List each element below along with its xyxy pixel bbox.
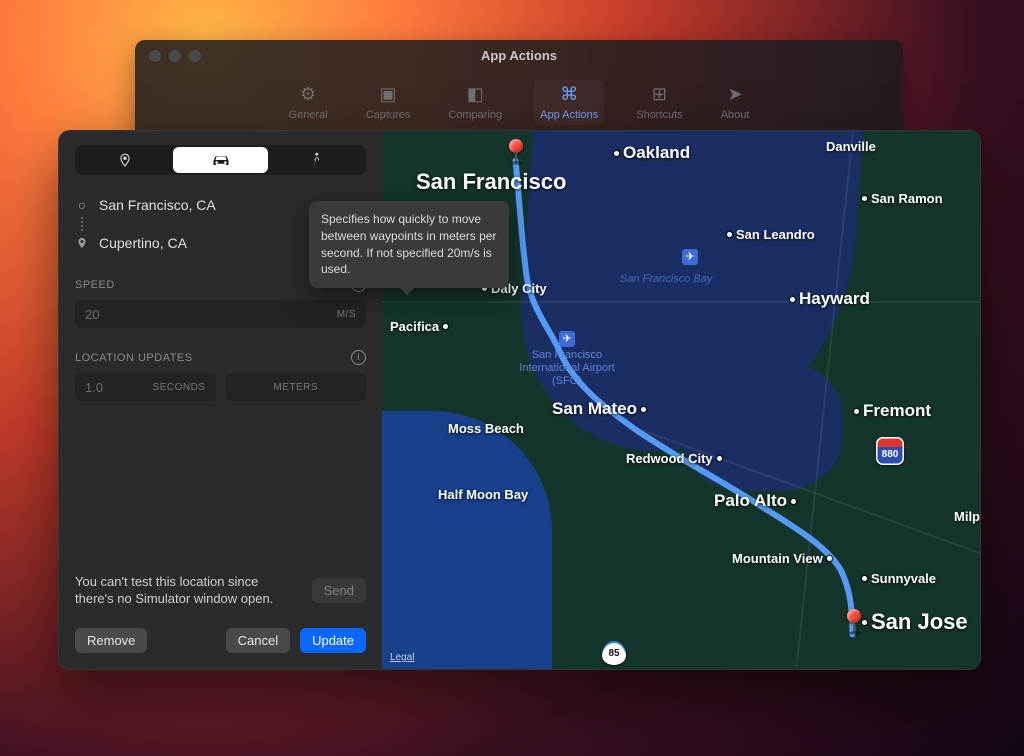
update-meters-input[interactable]: METERS — [226, 373, 367, 401]
simulator-warning-text: You can't test this location since there… — [75, 573, 300, 608]
update-button[interactable]: Update — [300, 628, 366, 653]
label-oak-airport: ✈ — [682, 249, 698, 267]
label-mountain-view: Mountain View — [732, 551, 832, 566]
mode-location-button[interactable] — [77, 147, 173, 173]
label-san-mateo: San Mateo — [552, 399, 646, 419]
label-oakland: Oakland — [614, 143, 690, 163]
traffic-lights[interactable] — [149, 50, 201, 62]
background-titlebar: App Actions — [135, 40, 903, 70]
updates-section-label: LOCATION UPDATES i — [75, 350, 366, 365]
speed-tooltip: Specifies how quickly to move between wa… — [309, 201, 509, 288]
close-icon[interactable] — [149, 50, 161, 62]
tab-captures[interactable]: ▣Captures — [360, 80, 417, 125]
shield-880: 880 — [876, 437, 904, 465]
label-hayward: Hayward — [790, 289, 870, 309]
label-danville: Danville — [826, 139, 876, 154]
label-half-moon-bay: Half Moon Bay — [438, 487, 528, 502]
tab-general[interactable]: ⚙General — [283, 80, 334, 125]
seconds-placeholder: 1.0 — [85, 380, 103, 395]
label-moss-beach: Moss Beach — [448, 421, 524, 436]
label-san-francisco: San Francisco — [416, 169, 566, 195]
mode-walk-button[interactable] — [268, 147, 364, 173]
tab-comparing[interactable]: ◧Comparing — [442, 80, 508, 125]
label-sfo-airport: ✈ San Francisco International Airport (S… — [512, 331, 622, 389]
meters-unit: METERS — [273, 382, 318, 393]
car-icon — [211, 153, 231, 167]
label-pacifica: Pacifica — [390, 319, 448, 334]
tab-about[interactable]: ➤About — [715, 80, 756, 125]
minimize-icon[interactable] — [169, 50, 181, 62]
airplane-icon: ✈ — [559, 331, 575, 347]
destination-pin[interactable] — [847, 609, 861, 623]
label-san-ramon: San Ramon — [862, 191, 943, 206]
camera-icon: ▣ — [380, 84, 397, 105]
transport-mode-segmented[interactable] — [75, 145, 366, 175]
update-seconds-input[interactable]: 1.0 SECONDS — [75, 373, 216, 401]
updates-info-icon[interactable]: i — [351, 350, 366, 365]
remove-button[interactable]: Remove — [75, 628, 147, 653]
label-palo-alto: Palo Alto — [714, 491, 796, 511]
preferences-toolbar: ⚙General ▣Captures ◧Comparing ⌘App Actio… — [135, 80, 903, 125]
label-fremont: Fremont — [854, 401, 931, 421]
waypoint-destination-label: Cupertino, CA — [99, 235, 187, 251]
label-san-jose: San Jose — [862, 609, 968, 635]
command-icon: ⌘ — [560, 84, 578, 105]
speed-input[interactable]: 20 M/S — [75, 300, 366, 328]
cancel-button[interactable]: Cancel — [226, 628, 290, 653]
label-milp: Milp — [954, 509, 980, 524]
tab-shortcuts[interactable]: ⊞Shortcuts — [630, 80, 688, 125]
airplane-icon: ✈ — [682, 249, 698, 265]
origin-pin[interactable] — [509, 139, 523, 153]
label-sunnyvale: Sunnyvale — [862, 571, 936, 586]
origin-circle-icon: ○ — [75, 197, 89, 213]
location-pin-icon — [118, 153, 132, 167]
label-sf-bay: San Francisco Bay — [620, 273, 712, 286]
label-redwood-city: Redwood City — [626, 451, 722, 466]
send-button: Send — [312, 578, 366, 603]
gear-icon: ⚙ — [300, 84, 316, 105]
shield-85: 85 — [602, 641, 626, 665]
walk-icon — [310, 152, 322, 168]
simulator-warning-row: You can't test this location since there… — [75, 573, 366, 608]
sheet-footer: Remove Cancel Update — [75, 628, 366, 653]
background-window-title: App Actions — [135, 48, 903, 63]
location-route-sheet: ○ San Francisco, CA Cupertino, CA SPEED … — [58, 130, 981, 670]
speed-placeholder: 20 — [85, 307, 99, 322]
waypoint-origin-label: San Francisco, CA — [99, 197, 216, 213]
label-san-leandro: San Leandro — [727, 227, 815, 242]
map-legal-link[interactable]: Legal — [390, 652, 414, 663]
speed-unit: M/S — [337, 309, 356, 320]
destination-pin-icon — [75, 236, 89, 250]
route-sidebar: ○ San Francisco, CA Cupertino, CA SPEED … — [59, 131, 382, 669]
about-icon: ➤ — [728, 84, 743, 105]
tab-app-actions[interactable]: ⌘App Actions — [534, 80, 604, 125]
compare-icon: ◧ — [467, 84, 484, 105]
mode-drive-button[interactable] — [173, 147, 269, 173]
keyboard-icon: ⊞ — [652, 84, 667, 105]
seconds-unit: SECONDS — [153, 382, 206, 393]
zoom-icon[interactable] — [189, 50, 201, 62]
